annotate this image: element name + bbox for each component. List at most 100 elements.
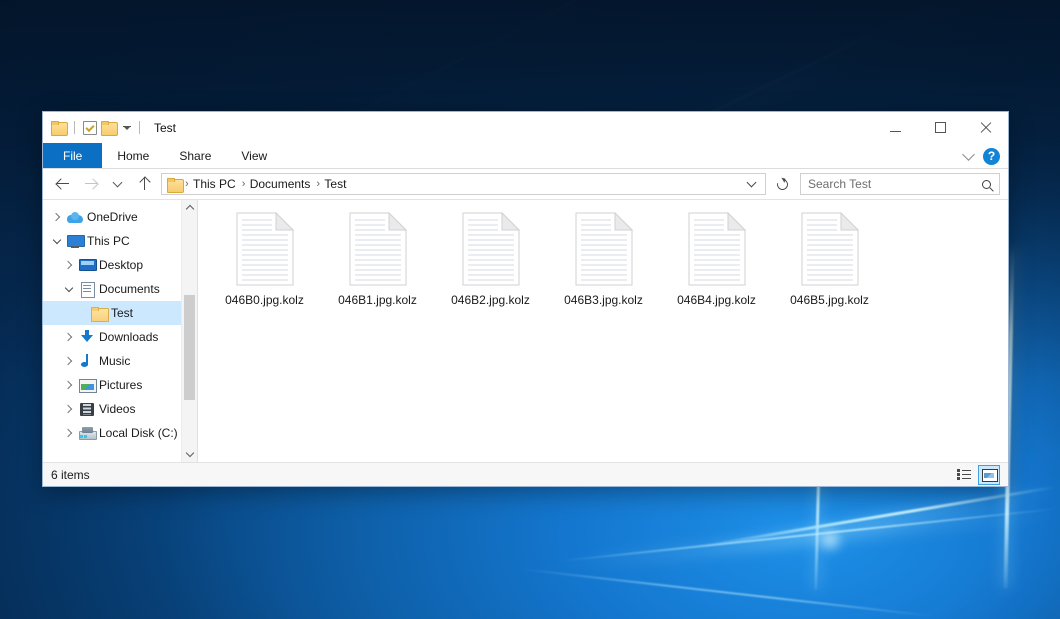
file-grid: 046B0.jpg.kolz xyxy=(198,200,1008,328)
address-bar-end xyxy=(748,183,761,186)
pictures-icon xyxy=(77,379,97,391)
navigation-pane: OneDrive This PC Desktop xyxy=(43,200,198,462)
sidebar-item-test[interactable]: Test xyxy=(43,301,197,325)
generic-file-icon xyxy=(462,212,520,286)
maximize-button[interactable] xyxy=(918,112,963,143)
chevron-down-icon[interactable] xyxy=(962,148,975,161)
generic-file-icon xyxy=(349,212,407,286)
breadcrumb-separator-1[interactable]: › xyxy=(239,178,247,190)
address-bar[interactable]: › This PC › Documents › Test xyxy=(161,173,766,195)
file-item[interactable]: 046B2.jpg.kolz xyxy=(434,208,547,328)
twisty-right-icon[interactable] xyxy=(61,334,77,340)
sidebar-item-label: Local Disk (C:) xyxy=(97,426,178,440)
scroll-down-button[interactable] xyxy=(182,446,198,462)
refresh-button[interactable] xyxy=(771,173,793,195)
breadcrumb-separator-2[interactable]: › xyxy=(313,178,321,190)
ribbon-tab-bar: File Home Share View ? xyxy=(43,143,1008,169)
search-input[interactable]: Search Test xyxy=(808,177,982,191)
folder-icon xyxy=(89,307,109,320)
sidebar-item-label: Videos xyxy=(97,402,135,416)
status-bar: 6 items xyxy=(43,462,1008,486)
breadcrumb-test[interactable]: Test xyxy=(321,177,349,191)
tab-view[interactable]: View xyxy=(226,143,282,168)
twisty-down-icon[interactable] xyxy=(61,288,77,291)
details-view-button[interactable] xyxy=(953,465,975,485)
new-folder-icon[interactable] xyxy=(101,121,116,134)
minimize-icon xyxy=(890,131,901,132)
sidebar-item-videos[interactable]: Videos xyxy=(43,397,197,421)
search-box[interactable]: Search Test xyxy=(800,173,1000,195)
large-icons-view-button[interactable] xyxy=(978,465,1000,485)
folder-tree: OneDrive This PC Desktop xyxy=(43,200,197,445)
file-name-label: 046B4.jpg.kolz xyxy=(677,293,756,307)
refresh-icon xyxy=(774,176,789,191)
twisty-right-icon[interactable] xyxy=(61,406,77,412)
properties-icon[interactable] xyxy=(83,121,97,135)
file-item[interactable]: 046B1.jpg.kolz xyxy=(321,208,434,328)
sidebar-scrollbar[interactable] xyxy=(181,200,197,462)
sidebar-item-music[interactable]: Music xyxy=(43,349,197,373)
file-list-pane[interactable]: 046B0.jpg.kolz xyxy=(198,200,1008,462)
scroll-up-button[interactable] xyxy=(182,200,198,216)
close-button[interactable] xyxy=(963,112,1008,143)
chevron-down-icon[interactable] xyxy=(747,177,757,187)
breadcrumb-this-pc[interactable]: This PC xyxy=(190,177,239,191)
sidebar-item-local-disk[interactable]: Local Disk (C:) xyxy=(43,421,197,445)
file-name-label: 046B5.jpg.kolz xyxy=(790,293,869,307)
sidebar-item-label: OneDrive xyxy=(85,210,138,224)
scrollbar-thumb[interactable] xyxy=(184,295,195,400)
explorer-body: OneDrive This PC Desktop xyxy=(43,199,1008,462)
twisty-right-icon[interactable] xyxy=(61,262,77,268)
up-button[interactable] xyxy=(132,172,156,196)
twisty-down-icon[interactable] xyxy=(49,240,65,243)
breadcrumb-documents[interactable]: Documents xyxy=(247,177,314,191)
recent-locations-button[interactable] xyxy=(105,172,129,196)
twisty-right-icon[interactable] xyxy=(49,214,65,220)
sidebar-item-onedrive[interactable]: OneDrive xyxy=(43,205,197,229)
sidebar-item-label: Pictures xyxy=(97,378,142,392)
generic-file-icon xyxy=(801,212,859,286)
file-item[interactable]: 046B4.jpg.kolz xyxy=(660,208,773,328)
file-explorer-window: Test File Home Share View ? xyxy=(42,111,1009,487)
arrow-right-icon xyxy=(84,178,97,190)
twisty-right-icon[interactable] xyxy=(61,382,77,388)
file-name-label: 046B0.jpg.kolz xyxy=(225,293,304,307)
disk-icon xyxy=(77,427,97,440)
sidebar-item-downloads[interactable]: Downloads xyxy=(43,325,197,349)
twisty-right-icon[interactable] xyxy=(61,358,77,364)
file-item[interactable]: 046B3.jpg.kolz xyxy=(547,208,660,328)
folder-icon[interactable] xyxy=(51,121,66,134)
forward-button[interactable] xyxy=(78,172,102,196)
arrow-up-icon xyxy=(138,177,151,191)
file-name-label: 046B1.jpg.kolz xyxy=(338,293,417,307)
sidebar-item-documents[interactable]: Documents xyxy=(43,277,197,301)
tab-file[interactable]: File xyxy=(43,143,102,168)
tab-share[interactable]: Share xyxy=(164,143,226,168)
back-button[interactable] xyxy=(51,172,75,196)
close-icon xyxy=(979,121,992,134)
customize-quick-access-icon[interactable] xyxy=(123,126,131,130)
sidebar-item-desktop[interactable]: Desktop xyxy=(43,253,197,277)
sidebar-item-label: Music xyxy=(97,354,130,368)
file-item[interactable]: 046B5.jpg.kolz xyxy=(773,208,886,328)
sidebar-item-pictures[interactable]: Pictures xyxy=(43,373,197,397)
twisty-right-icon[interactable] xyxy=(61,430,77,436)
generic-file-icon xyxy=(575,212,633,286)
minimize-button[interactable] xyxy=(873,112,918,143)
tab-home[interactable]: Home xyxy=(102,143,164,168)
sidebar-item-this-pc[interactable]: This PC xyxy=(43,229,197,253)
desktop-icon xyxy=(77,259,97,271)
onedrive-icon xyxy=(65,212,85,223)
downloads-icon xyxy=(77,330,97,344)
arrow-left-icon xyxy=(57,178,70,190)
sidebar-item-label: Downloads xyxy=(97,330,158,344)
desktop: Test File Home Share View ? xyxy=(0,0,1060,619)
qat-separator-1 xyxy=(74,121,75,134)
file-item[interactable]: 046B0.jpg.kolz xyxy=(208,208,321,328)
file-name-label: 046B2.jpg.kolz xyxy=(451,293,530,307)
help-icon[interactable]: ? xyxy=(983,148,1000,165)
item-count-label: 6 items xyxy=(51,468,90,482)
documents-icon xyxy=(77,282,97,296)
generic-file-icon xyxy=(236,212,294,286)
quick-access-toolbar xyxy=(43,121,144,135)
